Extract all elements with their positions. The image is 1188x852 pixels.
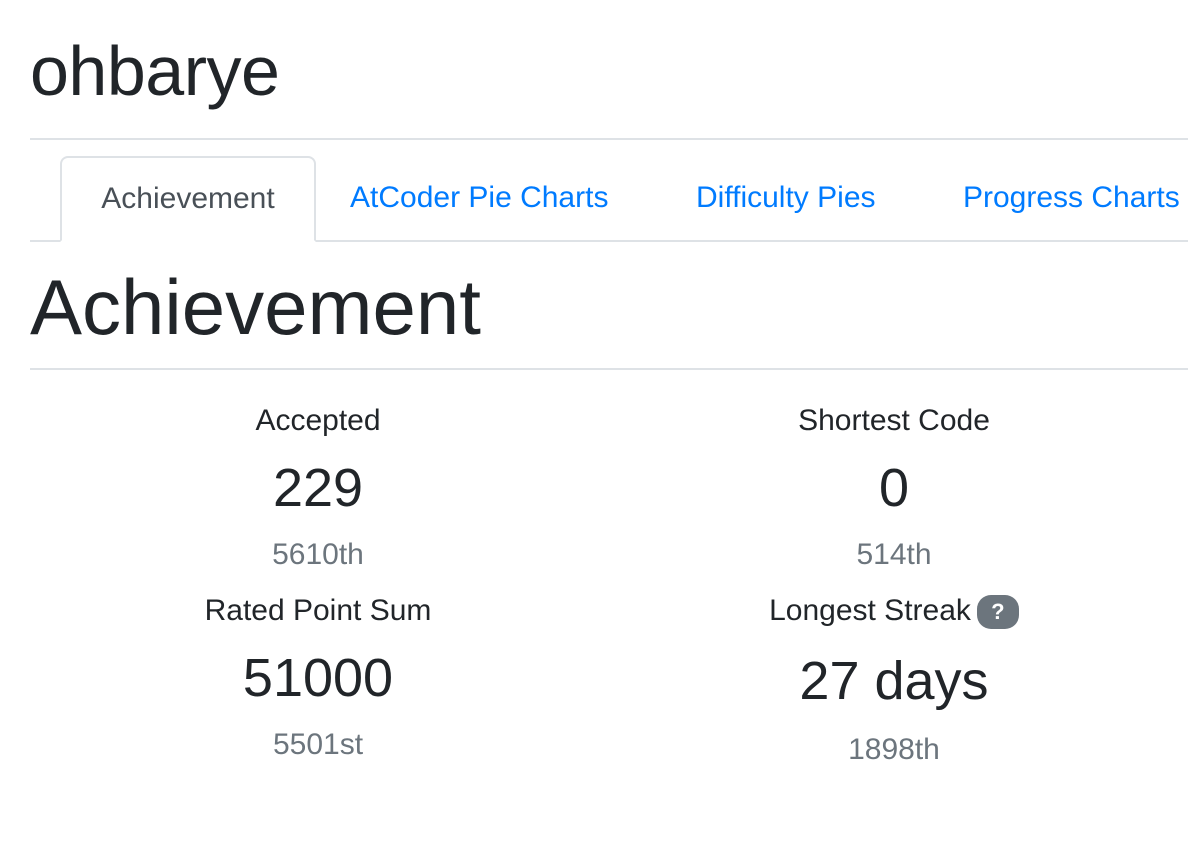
stat-label: Shortest Code — [798, 404, 990, 437]
stat-label: Rated Point Sum — [204, 594, 432, 627]
stat-value: 0 — [878, 458, 910, 518]
stat-rank: 5501st — [272, 728, 364, 761]
tab-difficulty-pies[interactable]: Difficulty Pies — [696, 156, 876, 240]
tab-atcoder-pie-charts[interactable]: AtCoder Pie Charts — [350, 156, 608, 240]
stat-rank: 514th — [856, 538, 932, 571]
section-title: Achievement — [30, 263, 481, 351]
tab-progress-charts[interactable]: Progress Charts — [963, 156, 1180, 240]
tab-bar: Achievement AtCoder Pie Charts Difficult… — [30, 156, 1188, 242]
stat-longest-streak: Longest Streak? 27 days 1898th — [606, 594, 1182, 767]
stat-rank: 5610th — [272, 538, 364, 571]
stat-rated-point-sum: Rated Point Sum 51000 5501st — [30, 594, 606, 762]
stat-rank: 1898th — [848, 733, 940, 767]
header-divider — [30, 138, 1188, 140]
stat-value: 27 days — [799, 651, 989, 712]
stat-label: Accepted — [255, 404, 381, 437]
question-mark-icon[interactable]: ? — [976, 595, 1019, 630]
stat-label: Longest Streak — [769, 594, 971, 627]
stat-label-row: Longest Streak? — [606, 594, 1182, 630]
tab-achievement[interactable]: Achievement — [60, 156, 316, 242]
stat-value: 229 — [272, 458, 364, 518]
stat-shortest-code: Shortest Code 0 514th — [606, 404, 1182, 572]
stat-accepted: Accepted 229 5610th — [30, 404, 606, 572]
stat-value: 51000 — [242, 648, 394, 708]
section-divider — [30, 368, 1188, 370]
username-heading: ohbarye — [30, 32, 280, 110]
